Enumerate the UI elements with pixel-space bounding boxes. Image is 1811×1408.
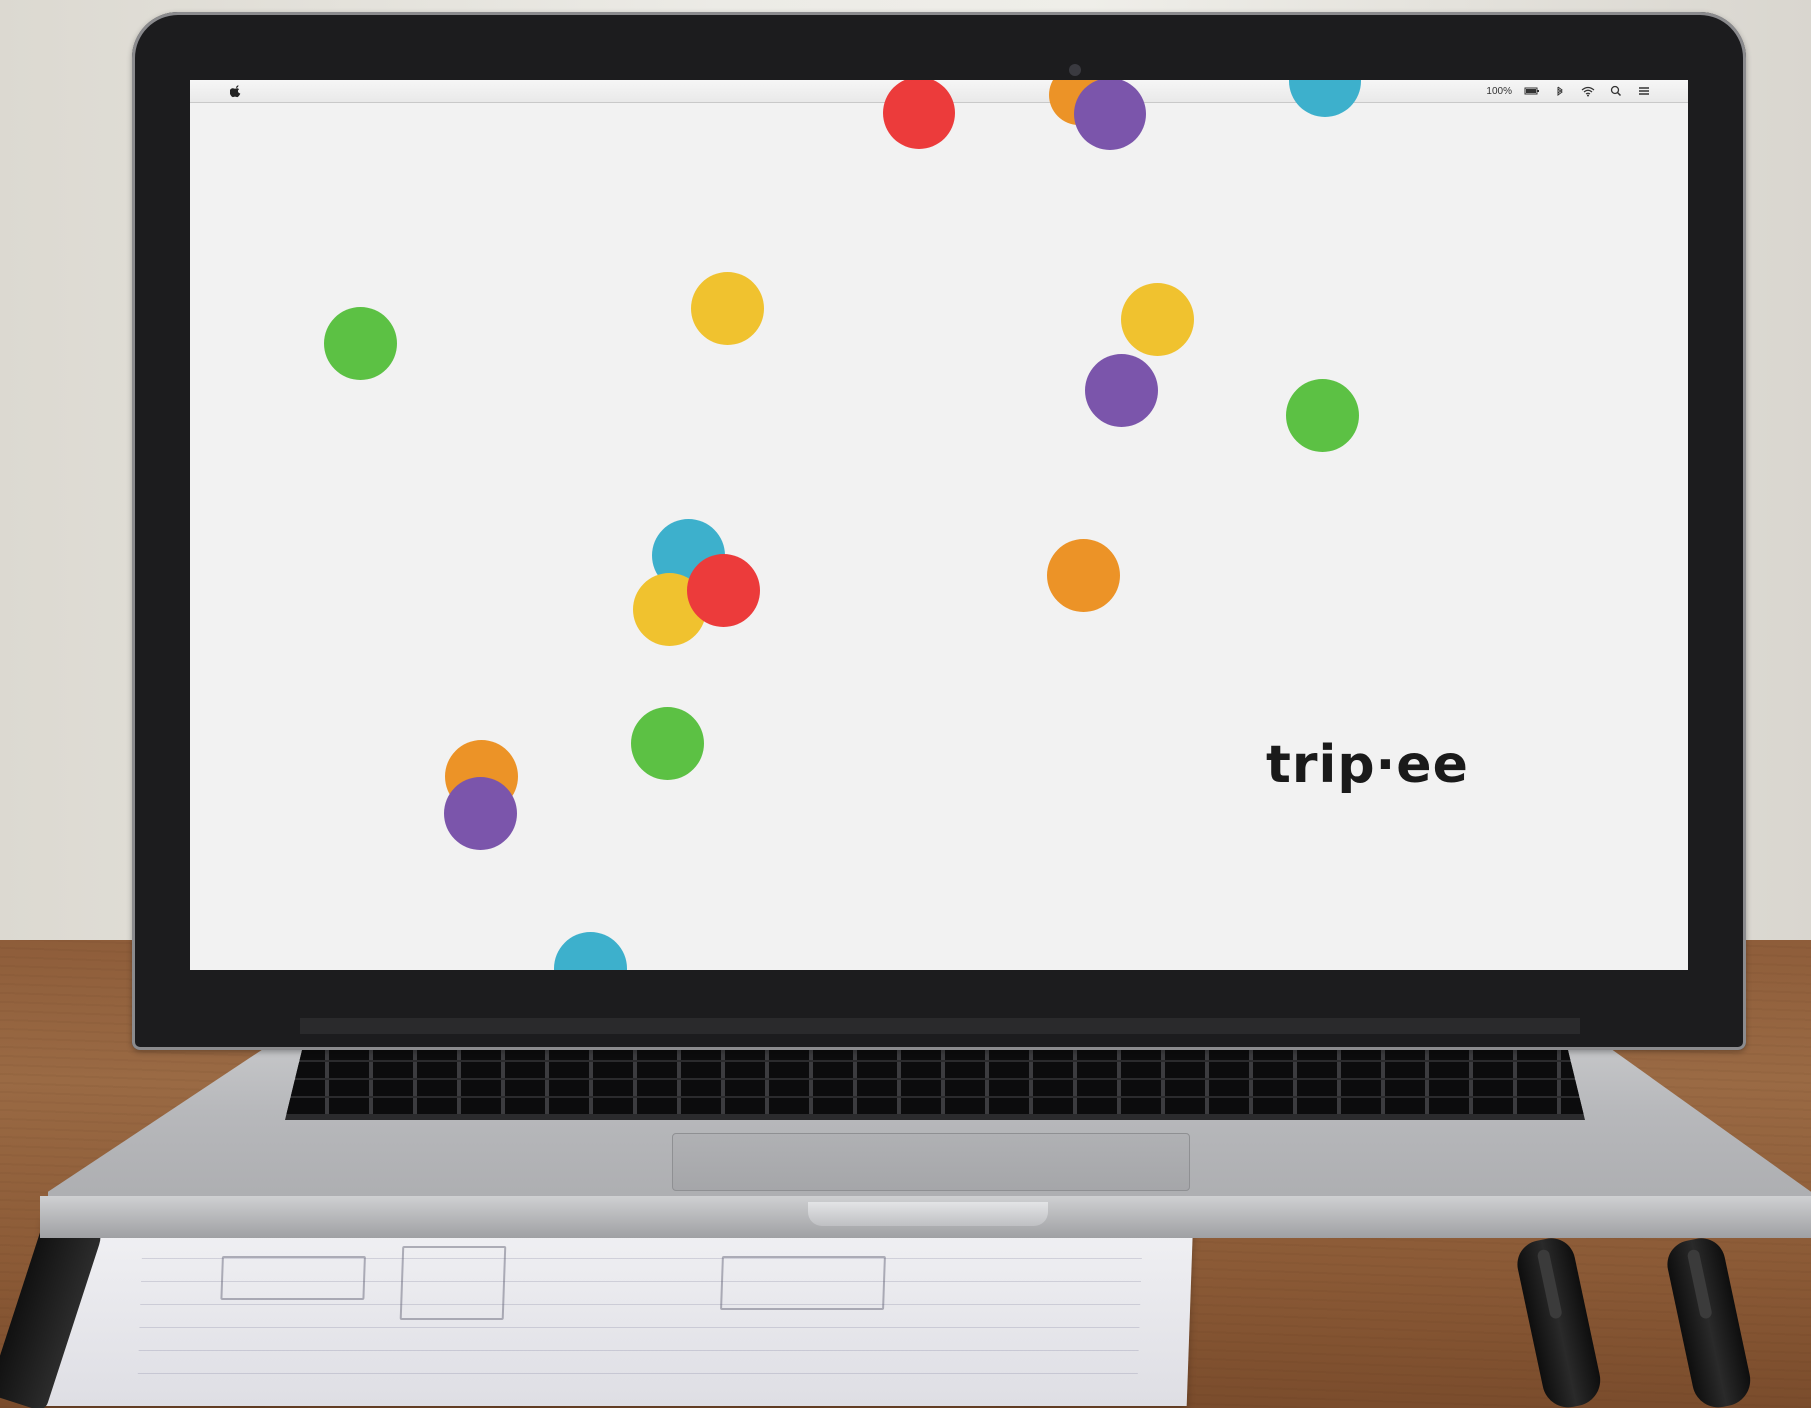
dot-red xyxy=(687,554,760,627)
dot-orange xyxy=(1047,539,1120,612)
photo-scene: 100% trip·ee xyxy=(0,0,1811,1408)
dot-yellow xyxy=(691,272,764,345)
laptop-bezel-bottom xyxy=(300,1018,1580,1034)
key-row[interactable] xyxy=(285,1080,1585,1096)
sketch-box xyxy=(720,1256,886,1310)
tripee-logo: trip·ee xyxy=(1266,735,1469,795)
dot-teal xyxy=(1289,80,1361,117)
pen-clip xyxy=(1686,1248,1713,1320)
dot-purple xyxy=(1085,354,1158,427)
confetti-dots xyxy=(190,80,1688,970)
sketch-box xyxy=(220,1256,366,1300)
dot-purple xyxy=(1074,80,1146,150)
dot-green xyxy=(631,707,704,780)
trackpad[interactable] xyxy=(672,1133,1190,1191)
dot-green xyxy=(324,307,397,380)
laptop-screen: 100% trip·ee xyxy=(190,80,1688,970)
laptop-opening-notch xyxy=(808,1202,1048,1226)
pen-clip xyxy=(1536,1248,1563,1320)
sketch-box xyxy=(399,1246,507,1320)
notebook xyxy=(36,1216,1194,1406)
dot-green xyxy=(1286,379,1359,452)
dot-yellow xyxy=(1121,283,1194,356)
keyboard[interactable] xyxy=(285,1040,1585,1120)
key-row[interactable] xyxy=(285,1098,1585,1114)
dot-purple xyxy=(444,777,517,850)
dot-teal xyxy=(554,932,627,970)
dot-red xyxy=(883,80,955,149)
key-row[interactable] xyxy=(285,1062,1585,1078)
camera-icon xyxy=(1069,64,1081,76)
